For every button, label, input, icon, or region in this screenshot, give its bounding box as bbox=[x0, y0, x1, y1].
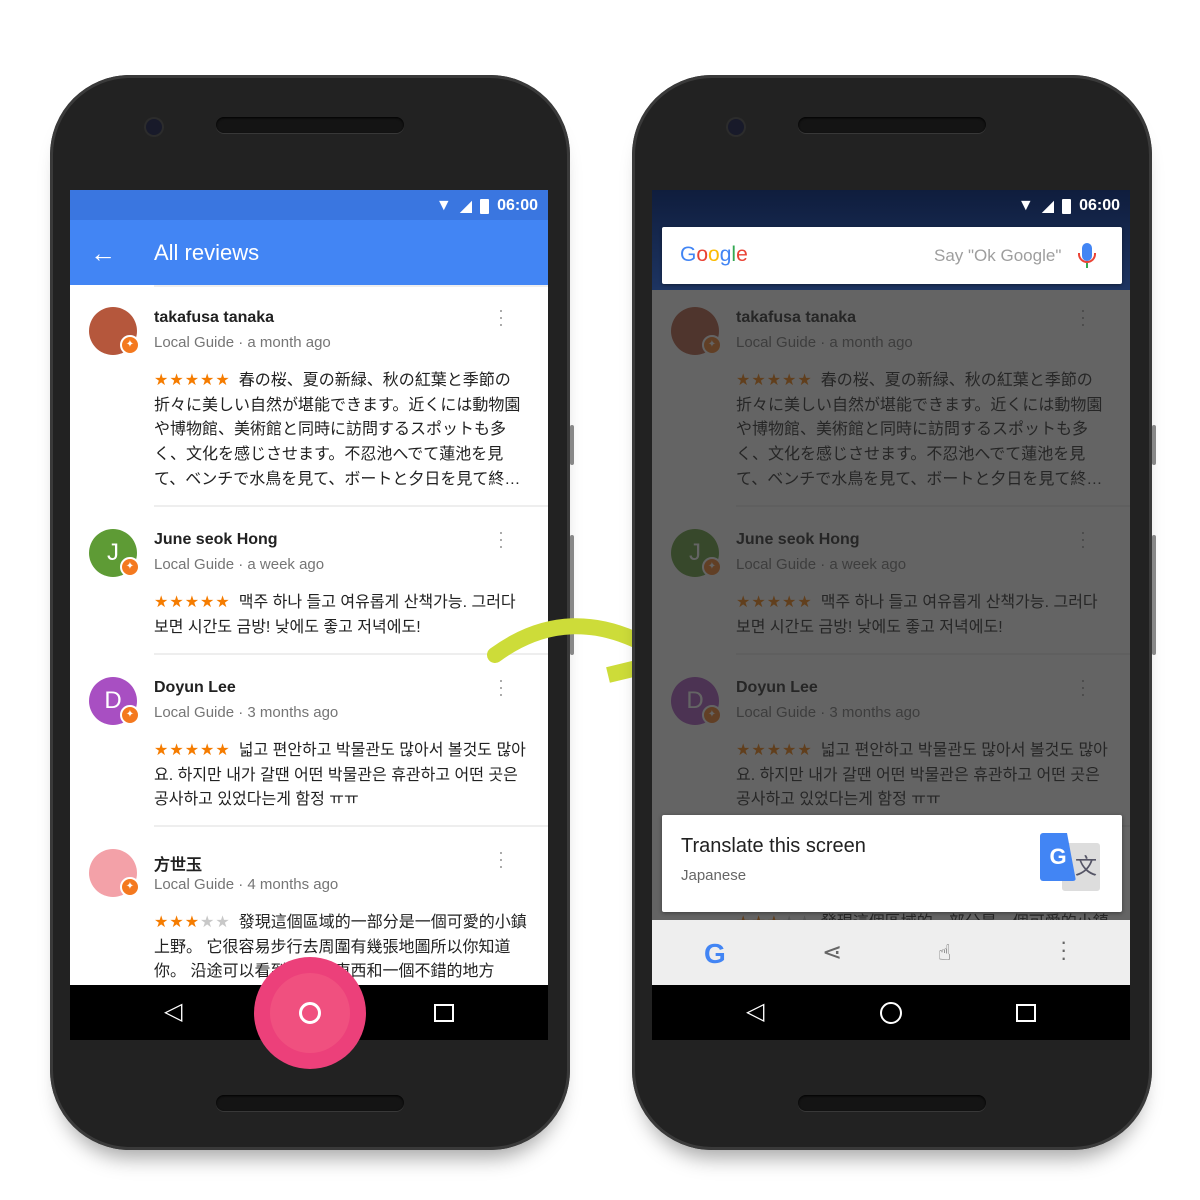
wifi-icon: ▼ bbox=[1017, 197, 1034, 214]
translate-title: Translate this screen bbox=[681, 835, 866, 857]
review-meta: Local Guide · a week ago bbox=[154, 556, 325, 573]
reviewer-name[interactable]: takafusa tanaka bbox=[154, 309, 274, 327]
divider bbox=[154, 825, 548, 827]
clock: 06:00 bbox=[1079, 197, 1120, 214]
home-nav-icon[interactable] bbox=[880, 1002, 902, 1024]
back-nav-icon[interactable]: ◁ bbox=[746, 997, 764, 1026]
more-options-icon[interactable]: ··· bbox=[498, 301, 504, 333]
reviewer-name[interactable]: Doyun Lee bbox=[154, 679, 236, 697]
share-icon[interactable]: ⋖ bbox=[822, 938, 842, 967]
back-arrow-icon[interactable]: ← bbox=[90, 238, 116, 269]
right-screen: ✦ takafusa tanaka Local Guide · a month … bbox=[652, 190, 1130, 1040]
earpiece-speaker bbox=[798, 117, 986, 133]
star-rating: ★★★★★ bbox=[154, 594, 231, 611]
page-title: All reviews bbox=[154, 240, 260, 265]
divider bbox=[154, 505, 548, 507]
more-options-icon[interactable]: ··· bbox=[498, 843, 504, 875]
star-rating: ★★★★★ bbox=[154, 914, 231, 931]
divider bbox=[154, 285, 548, 287]
status-bar: ▼ ◢ 06:00 bbox=[70, 190, 548, 220]
tap-select-icon[interactable]: ☝ bbox=[938, 940, 951, 966]
source-language: Japanese bbox=[681, 867, 747, 884]
local-guide-badge-icon: ✦ bbox=[120, 705, 140, 725]
home-nav-icon bbox=[299, 1002, 321, 1024]
stars-filled: ★★★★★ bbox=[154, 594, 231, 611]
google-search-bar[interactable]: Google Say "Ok Google" bbox=[662, 227, 1122, 284]
review-text: ★★★★★맥주 하나 들고 여유롭게 산책가능. 그러다 보면 시간도 금방! … bbox=[154, 591, 532, 640]
home-button-pulse[interactable] bbox=[254, 957, 366, 1069]
recents-nav-icon[interactable] bbox=[1016, 1004, 1036, 1022]
assistant-action-bar: G ⋖ ☝ · · · bbox=[652, 920, 1130, 985]
assistant-scrim bbox=[652, 190, 1130, 1040]
recents-nav-icon[interactable] bbox=[434, 1004, 454, 1022]
signal-icon: ◢ bbox=[1041, 198, 1055, 215]
nav-bar: ◁ bbox=[652, 985, 1130, 1040]
battery-icon bbox=[480, 198, 490, 214]
review-text: ★★★★★春の桜、夏の新緑、秋の紅葉と季節の折々に美しい自然が堪能できます。近く… bbox=[154, 369, 532, 493]
google-logo: Google bbox=[680, 243, 748, 266]
reviewer-name[interactable]: June seok Hong bbox=[154, 531, 278, 549]
left-screen: ✦ takafusa tanaka Local Guide · a month … bbox=[70, 190, 548, 1040]
front-camera bbox=[728, 119, 744, 135]
power-button bbox=[1152, 425, 1156, 465]
reviews-list: ✦ takafusa tanaka Local Guide · a month … bbox=[70, 285, 548, 985]
star-rating: ★★★★★ bbox=[154, 372, 231, 389]
wifi-icon: ▼ bbox=[435, 197, 452, 214]
back-nav-icon[interactable]: ◁ bbox=[164, 997, 182, 1026]
toolbar: ← All reviews bbox=[70, 220, 548, 285]
battery-icon bbox=[1062, 198, 1072, 214]
signal-icon: ◢ bbox=[459, 198, 473, 215]
search-placeholder: Say "Ok Google" bbox=[934, 246, 1062, 265]
google-translate-icon: 文 G bbox=[1040, 833, 1102, 893]
stars-filled: ★★★ bbox=[154, 914, 201, 931]
bottom-speaker bbox=[216, 1095, 404, 1111]
right-phone: ✦ takafusa tanaka Local Guide · a month … bbox=[632, 75, 1156, 1150]
translate-screen-card[interactable]: Translate this screen Japanese 文 G bbox=[662, 815, 1122, 912]
more-options-icon[interactable]: ··· bbox=[1060, 931, 1067, 969]
review-body: 春の桜、夏の新緑、秋の紅葉と季節の折々に美しい自然が堪能できます。近くには動物園… bbox=[154, 372, 521, 488]
local-guide-badge-icon: ✦ bbox=[120, 335, 140, 355]
clock: 06:00 bbox=[497, 197, 538, 214]
bottom-speaker bbox=[798, 1095, 986, 1111]
reviewer-name[interactable]: 方世玉 bbox=[154, 851, 202, 875]
review-meta: Local Guide · 3 months ago bbox=[154, 704, 339, 721]
review-meta: Local Guide · 4 months ago bbox=[154, 876, 339, 893]
local-guide-badge-icon: ✦ bbox=[120, 877, 140, 897]
stars-empty: ★★ bbox=[200, 914, 231, 931]
google-g-icon[interactable]: G bbox=[704, 938, 726, 970]
power-button bbox=[570, 425, 574, 465]
stars-filled: ★★★★★ bbox=[154, 742, 231, 759]
star-rating: ★★★★★ bbox=[154, 742, 231, 759]
front-camera bbox=[146, 119, 162, 135]
earpiece-speaker bbox=[216, 117, 404, 133]
review-text: ★★★★★넓고 편안하고 박물관도 많아서 볼것도 많아요. 하지만 내가 갈땐… bbox=[154, 739, 532, 813]
volume-button bbox=[1152, 535, 1156, 655]
review-meta: Local Guide · a month ago bbox=[154, 334, 331, 351]
stars-filled: ★★★★★ bbox=[154, 372, 231, 389]
status-bar: ▼ ◢ 06:00 bbox=[652, 190, 1130, 220]
more-options-icon[interactable]: ··· bbox=[498, 523, 504, 555]
local-guide-badge-icon: ✦ bbox=[120, 557, 140, 577]
